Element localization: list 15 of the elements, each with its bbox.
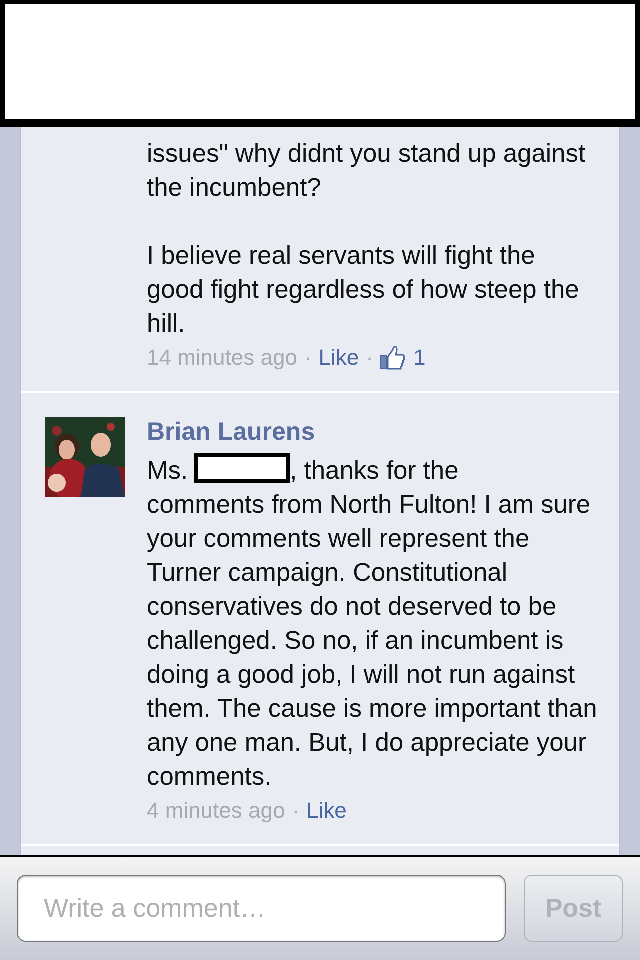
thumbs-up-icon: [380, 345, 406, 371]
like-link[interactable]: Like: [306, 798, 347, 824]
separator-dot: ·: [304, 345, 312, 371]
author-name[interactable]: Brian Laurens: [147, 417, 599, 447]
comment-text: issues" why didnt you stand up against the incumbent?: [147, 139, 587, 204]
separator-dot: ·: [292, 798, 300, 824]
like-count: 1: [413, 345, 426, 371]
separator-dot: ·: [366, 345, 374, 371]
comment-text: Ms.: [147, 457, 188, 485]
like-link[interactable]: Like: [318, 345, 360, 371]
timestamp: 14 minutes ago: [147, 345, 298, 371]
timestamp: 4 minutes ago: [147, 798, 286, 824]
comment-text: , thanks for the: [290, 457, 459, 485]
comment-text: comments from North Fulton! I am sure your comments well represent the Turner campaign. Constitutional conservatives do not deserved to be challenged. So no, if an incumbent is doing a good job, I will not run against them. The cause is more important than any one man. But, I do appreciate your comments.: [147, 490, 598, 793]
comment-text: I believe real servants will fight the good fight regardless of how steep the hill.: [147, 241, 580, 340]
